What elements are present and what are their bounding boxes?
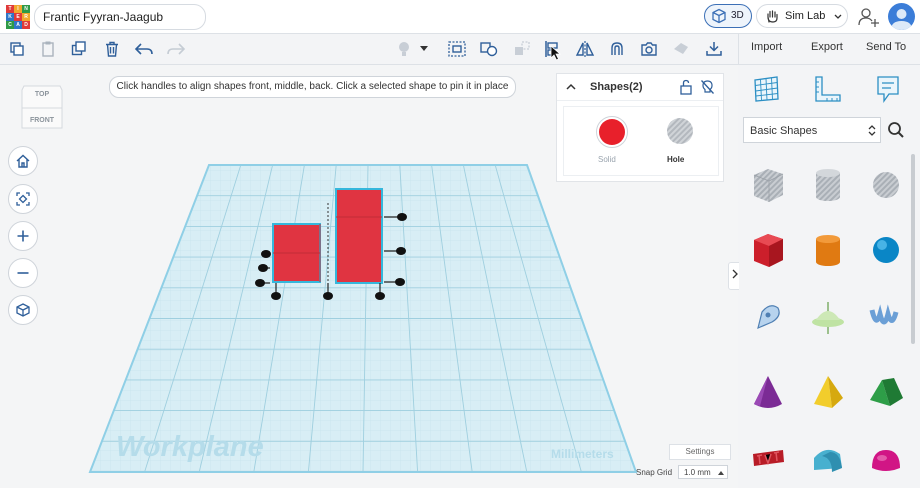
view-cube[interactable]: TOP FRONT	[20, 80, 64, 132]
library-scrollbar[interactable]	[911, 154, 915, 344]
solid-button[interactable]	[595, 115, 629, 149]
view-cube-top[interactable]: TOP	[35, 91, 50, 98]
view-cube-front[interactable]: FRONT	[30, 117, 55, 124]
text-3d-shape[interactable]	[748, 438, 788, 478]
zoom-out-button[interactable]	[8, 258, 38, 288]
fit-to-view-icon	[16, 192, 30, 206]
grid-workplane-icon[interactable]	[751, 74, 781, 104]
inspector-body: Solid Hole	[563, 106, 719, 176]
toolbar-divider	[738, 34, 739, 64]
plus-icon	[17, 230, 29, 242]
roof-shape[interactable]	[866, 372, 906, 412]
shape-category-value: Basic Shapes	[750, 125, 818, 137]
search-icon[interactable]	[887, 121, 905, 139]
avatar[interactable]	[888, 3, 915, 30]
chevron-up-icon[interactable]	[566, 83, 576, 90]
sphere-hole-shape[interactable]	[866, 165, 906, 205]
export-button[interactable]: Export	[811, 41, 843, 53]
user-avatar-icon	[891, 9, 912, 30]
inspector-header: Shapes(2)	[557, 74, 723, 101]
hole-button[interactable]	[664, 115, 696, 147]
ruler-icon[interactable]	[811, 74, 843, 104]
chevron-right-icon	[732, 269, 738, 279]
snap-grid-value: 1.0 mm	[684, 468, 711, 477]
red-box-small[interactable]	[272, 223, 321, 283]
box-hole-shape[interactable]	[748, 165, 788, 205]
sim-lab-dropdown[interactable]: Sim Lab	[756, 4, 848, 28]
add-user-icon[interactable]	[856, 4, 882, 30]
import-button[interactable]: Import	[751, 41, 782, 53]
sphere-shape[interactable]	[866, 230, 906, 270]
hand-icon	[767, 10, 778, 23]
unlock-icon[interactable]	[679, 79, 693, 95]
snap-grid-select[interactable]: 1.0 mm	[678, 465, 728, 479]
cone-shape[interactable]	[748, 372, 788, 412]
workplane-label: Workplane	[116, 431, 264, 463]
perspective-button[interactable]	[8, 295, 38, 325]
red-box-tall[interactable]	[335, 188, 383, 284]
minus-icon	[17, 272, 29, 274]
text-shape[interactable]	[866, 298, 906, 338]
box-shape[interactable]	[748, 230, 788, 270]
caret-up-icon	[718, 471, 724, 475]
paraboloid-shape[interactable]	[808, 298, 848, 338]
snap-grid-label: Snap Grid	[636, 468, 673, 477]
home-icon	[16, 154, 30, 168]
light-bulb-off-icon[interactable]	[700, 79, 715, 95]
half-sphere-shape[interactable]	[866, 438, 906, 478]
shape-inspector: Shapes(2) Solid Hole	[556, 73, 724, 182]
solid-label: Solid	[598, 155, 616, 164]
shape-category-select[interactable]: Basic Shapes	[743, 117, 881, 143]
units-label: Millimeters	[551, 447, 614, 461]
notes-icon[interactable]	[874, 74, 902, 104]
scribble-shape[interactable]	[748, 298, 788, 338]
cube-icon	[16, 303, 30, 317]
cylinder-hole-shape[interactable]	[808, 165, 848, 205]
cylinder-shape[interactable]	[808, 230, 848, 270]
send-to-button[interactable]: Send To	[866, 41, 906, 53]
half-cylinder-shape[interactable]	[808, 438, 848, 478]
fit-view-button[interactable]	[8, 184, 38, 214]
zoom-in-button[interactable]	[8, 221, 38, 251]
inspector-title: Shapes(2)	[590, 81, 643, 93]
pyramid-shape[interactable]	[808, 372, 848, 412]
sim-lab-label: Sim Lab	[785, 10, 826, 22]
sort-arrows-icon	[868, 125, 876, 136]
hole-label: Hole	[667, 155, 685, 164]
hint-banner: Click handles to align shapes front, mid…	[109, 76, 516, 98]
chevron-down-icon	[834, 14, 842, 19]
home-view-button[interactable]	[8, 146, 38, 176]
settings-button[interactable]: Settings	[669, 444, 731, 460]
